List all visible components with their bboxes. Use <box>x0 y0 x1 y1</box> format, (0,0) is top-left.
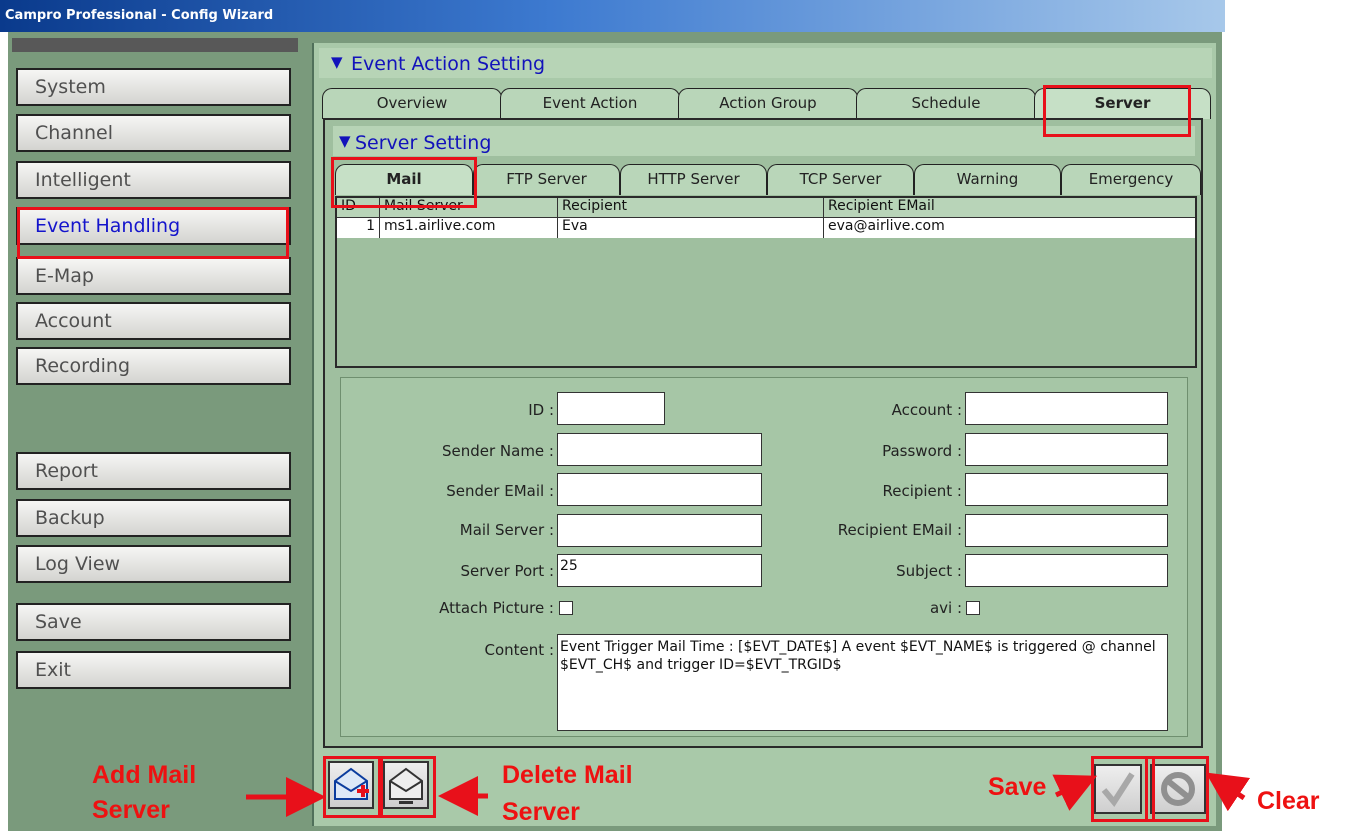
subtab-warning[interactable]: Warning <box>914 164 1061 195</box>
avi-label: avi : <box>929 599 962 617</box>
sidebar-item-report[interactable]: Report <box>16 452 291 490</box>
table-cell-recipient-email[interactable]: eva@airlive.com <box>824 218 1195 238</box>
password-label: Password : <box>882 442 962 460</box>
table-cell-recipient[interactable]: Eva <box>558 218 824 238</box>
sender-email-field[interactable] <box>557 473 762 506</box>
tab-event-action[interactable]: Event Action <box>500 88 680 119</box>
delete-mail-callout-line1: Delete Mail <box>502 761 633 789</box>
sender-email-label: Sender EMail : <box>446 482 554 500</box>
subject-field[interactable] <box>965 554 1168 587</box>
clear-button-highlight <box>1145 756 1209 822</box>
window-title: Campro Professional - Config Wizard <box>5 8 274 23</box>
server-port-field[interactable]: 25 <box>557 554 762 587</box>
account-field[interactable] <box>965 392 1168 425</box>
id-label: ID : <box>528 401 554 419</box>
delete-button-highlight <box>380 756 436 818</box>
save-callout: Save <box>988 773 1047 801</box>
sidebar-item-backup[interactable]: Backup <box>16 499 291 537</box>
attach-picture-label: Attach Picture : <box>439 599 554 617</box>
tab-schedule[interactable]: Schedule <box>856 88 1036 119</box>
password-field[interactable] <box>965 433 1168 466</box>
mail-server-label: Mail Server : <box>459 521 554 539</box>
recipient-email-label: Recipient EMail : <box>837 521 962 539</box>
subtab-tcp-server[interactable]: TCP Server <box>767 164 914 195</box>
mail-tab-highlight <box>331 157 477 208</box>
collapse-icon: ▼ <box>331 53 343 71</box>
subtab-ftp-server[interactable]: FTP Server <box>473 164 620 195</box>
event-handling-highlight <box>17 207 289 259</box>
column-header-recipient-email[interactable]: Recipient EMail <box>824 198 1195 218</box>
recipient-field[interactable] <box>965 473 1168 506</box>
title-bar: Campro Professional - Config Wizard <box>0 0 1225 32</box>
recipient-label: Recipient : <box>882 482 962 500</box>
server-setting-title: Server Setting <box>355 132 492 154</box>
id-field[interactable] <box>557 392 665 425</box>
sidebar-item-save[interactable]: Save <box>16 603 291 641</box>
content-textarea[interactable]: Event Trigger Mail Time : [$EVT_DATE$] A… <box>557 634 1168 731</box>
mail-server-field[interactable] <box>557 514 762 547</box>
tab-action-group[interactable]: Action Group <box>678 88 858 119</box>
sidebar-item-account[interactable]: Account <box>16 302 291 340</box>
sender-name-label: Sender Name : <box>441 442 554 460</box>
avi-checkbox[interactable] <box>966 601 980 615</box>
tab-overview[interactable]: Overview <box>322 88 502 119</box>
add-mail-callout-line1: Add Mail <box>92 761 197 789</box>
sidebar-item-recording[interactable]: Recording <box>16 347 291 385</box>
subtab-http-server[interactable]: HTTP Server <box>620 164 767 195</box>
recipient-email-field[interactable] <box>965 514 1168 547</box>
add-mail-callout-line2: Server <box>92 796 170 824</box>
event-action-header: ▼ Event Action Setting <box>319 48 1212 78</box>
add-button-highlight <box>323 756 381 818</box>
event-action-title: Event Action Setting <box>351 53 546 75</box>
sender-name-field[interactable] <box>557 433 762 466</box>
delete-mail-callout-line2: Server <box>502 798 580 826</box>
clear-callout: Clear <box>1257 787 1320 815</box>
mail-server-table: ID Mail Server Recipient Recipient EMail… <box>335 196 1197 368</box>
sidebar-item-channel[interactable]: Channel <box>16 114 291 152</box>
subject-label: Subject : <box>896 562 962 580</box>
table-cell-mail-server[interactable]: ms1.airlive.com <box>380 218 558 238</box>
sidebar-item-system[interactable]: System <box>16 68 291 106</box>
server-port-label: Server Port : <box>460 562 554 580</box>
sidebar-item-e-map[interactable]: E-Map <box>16 257 291 295</box>
sidebar-item-log-view[interactable]: Log View <box>16 545 291 583</box>
attach-picture-checkbox[interactable] <box>559 601 573 615</box>
sidebar-item-exit[interactable]: Exit <box>16 651 291 689</box>
collapse-icon: ▼ <box>339 132 351 150</box>
server-tab-highlight <box>1043 85 1191 137</box>
subtab-emergency[interactable]: Emergency <box>1061 164 1201 195</box>
table-cell-id[interactable]: 1 <box>337 218 380 238</box>
sidebar-item-intelligent[interactable]: Intelligent <box>16 161 291 199</box>
column-header-recipient[interactable]: Recipient <box>558 198 824 218</box>
sidebar-header <box>12 38 298 52</box>
account-label: Account : <box>891 401 962 419</box>
content-label: Content : <box>484 641 554 659</box>
